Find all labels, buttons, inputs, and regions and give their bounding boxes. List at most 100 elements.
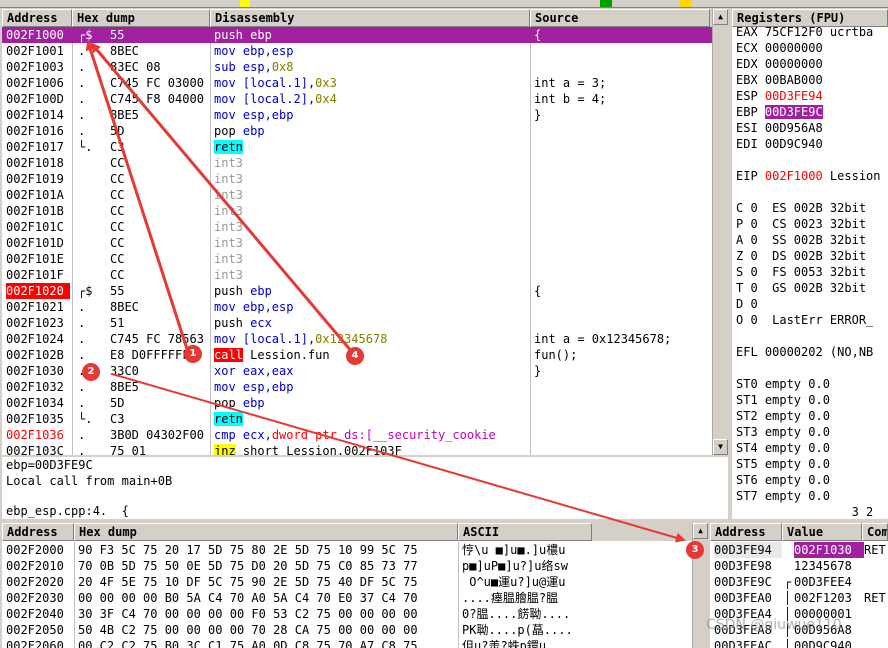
col-header-address[interactable]: Address xyxy=(2,9,72,27)
disasm-instruction: mov esp,ebp xyxy=(214,379,530,395)
disasm-row[interactable]: 002F1035 └. C3 retn xyxy=(2,411,712,427)
disasm-row[interactable]: 002F1020 ┌$ 55 push ebp { xyxy=(2,283,712,299)
disasm-row[interactable]: 002F1034. 5D pop ebp xyxy=(2,395,712,411)
register-token: ST5 empty 0.0 xyxy=(736,457,830,471)
disasm-row[interactable]: 002F1016. 5D pop ebp xyxy=(2,123,712,139)
disasm-row[interactable]: 002F1019 CC int3 xyxy=(2,171,712,187)
disasm-row[interactable]: 002F1024. C745 FC 78563 mov [local.1],0x12… xyxy=(2,331,712,347)
col-header-hexdump[interactable]: Hex dump xyxy=(72,9,210,27)
disasm-row[interactable]: 002F1006. C745 FC 03000 mov [local.1],0x3 i… xyxy=(2,75,712,91)
toolbar-button[interactable] xyxy=(240,0,250,7)
dump-row[interactable]: 002F2000 90 F3 5C 75 20 17 5D 75 80 2E 5D… xyxy=(2,542,592,558)
register-line[interactable]: ST6 empty 0.0 xyxy=(736,472,888,488)
disasm-row[interactable]: 002F101C CC int3 xyxy=(2,219,712,235)
register-line[interactable]: C 0 ES 002B 32bit xyxy=(736,200,888,216)
register-line[interactable]: 3 2 xyxy=(736,504,888,519)
disasm-row[interactable]: 002F101A CC int3 xyxy=(2,187,712,203)
register-line[interactable]: EBX 00BAB000 xyxy=(736,72,888,88)
disasm-row[interactable]: 002F1017 └. C3 retn xyxy=(2,139,712,155)
col-header-source[interactable]: Source xyxy=(530,9,710,27)
scroll-down-icon[interactable]: ▼ xyxy=(713,439,728,455)
disassembly-pane[interactable]: 002F1000 ┌$ 55 push ebp {002F1001. 8BEC mov eb… xyxy=(2,27,712,455)
disasm-row[interactable]: 002F1018 CC int3 xyxy=(2,155,712,171)
register-line[interactable]: S 0 FS 0053 32bit xyxy=(736,264,888,280)
scroll-up-icon[interactable]: ▲ xyxy=(713,9,728,25)
dump-row[interactable]: 002F2020 20 4F 5E 75 10 DF 5C 75 90 2E 5D… xyxy=(2,574,592,590)
dump-header-ascii[interactable]: ASCII xyxy=(458,523,592,541)
dump-header-address[interactable]: Address xyxy=(2,523,74,541)
disasm-row[interactable]: 002F1023. 51 push ecx xyxy=(2,315,712,331)
stack-row[interactable]: 00D3FE9C ┌ 00D3FEE4 xyxy=(710,574,888,590)
register-line[interactable] xyxy=(736,152,888,168)
register-line[interactable]: ST0 empty 0.0 xyxy=(736,376,888,392)
toolbar-button[interactable] xyxy=(680,0,692,7)
register-line[interactable] xyxy=(736,184,888,200)
register-line[interactable] xyxy=(736,360,888,376)
register-line[interactable]: ST1 empty 0.0 xyxy=(736,392,888,408)
dump-row[interactable]: 002F2060 00 C2 C2 75 B0 3C C1 75 A0 0D C8… xyxy=(2,638,592,648)
stack-row[interactable]: 00D3FEA0 │ 002F1203 RET xyxy=(710,590,888,606)
disasm-row[interactable]: 002F103C. 75 01 jnz short Lession.002F103F xyxy=(2,443,712,455)
disasm-row[interactable]: 002F1036. 3B0D 04302F00 cmp ecx,dword ptr … xyxy=(2,427,712,443)
dump-header-hex[interactable]: Hex dump xyxy=(74,523,458,541)
disasm-bracket: . xyxy=(78,380,86,394)
dump-pane[interactable]: 002F2000 90 F3 5C 75 20 17 5D 75 80 2E 5D… xyxy=(2,541,592,648)
register-line[interactable]: EIP 002F1000 Lession xyxy=(736,168,888,184)
disasm-row[interactable]: 002F101B CC int3 xyxy=(2,203,712,219)
toolbar-button[interactable] xyxy=(600,0,612,7)
disasm-row[interactable]: 002F1030.33C0xor eax,eax} xyxy=(2,363,712,379)
registers-pane[interactable]: EAX 75CF12F0 ucrtba ECX 00000000 EDX 00000… xyxy=(732,27,888,519)
stack-header-address[interactable]: Address xyxy=(710,523,782,541)
register-line[interactable]: ST3 empty 0.0 xyxy=(736,424,888,440)
stack-row[interactable]: 00D3FE98 12345678 xyxy=(710,558,888,574)
register-line[interactable]: ECX 00000000 xyxy=(736,40,888,56)
stack-header-comment[interactable]: Com xyxy=(862,523,888,541)
register-line[interactable]: EBP 00D3FE9C xyxy=(736,104,888,120)
register-token: EBP xyxy=(736,105,765,119)
disasm-row[interactable]: 002F1001. 8BEC mov ebp,esp xyxy=(2,43,712,59)
register-line[interactable]: EFL 00000202 (NO,NB xyxy=(736,344,888,360)
stack-header-value[interactable]: Value xyxy=(782,523,862,541)
register-line[interactable]: A 0 SS 002B 32bit xyxy=(736,232,888,248)
register-line[interactable]: ESP 00D3FE94 xyxy=(736,88,888,104)
register-line[interactable]: EDX 00000000 xyxy=(736,56,888,72)
register-line[interactable]: ST2 empty 0.0 xyxy=(736,408,888,424)
register-line[interactable]: Z 0 DS 002B 32bit xyxy=(736,248,888,264)
register-line[interactable]: EAX 75CF12F0 ucrtba xyxy=(736,27,888,40)
register-line[interactable]: O 0 LastErr ERROR_ xyxy=(736,312,888,328)
register-line[interactable]: P 0 CS 0023 32bit xyxy=(736,216,888,232)
register-line[interactable]: EDI 00D9C940 xyxy=(736,136,888,152)
register-line[interactable]: ESI 00D956A8 xyxy=(736,120,888,136)
disasm-row[interactable]: 002F101E CC int3 xyxy=(2,251,712,267)
disasm-row[interactable]: 002F101F CC int3 xyxy=(2,267,712,283)
disassembly-scrollbar[interactable]: ▲ ▼ xyxy=(712,9,728,455)
disasm-token: int3 xyxy=(214,172,243,186)
dump-row[interactable]: 002F2050 50 4B C2 75 00 00 00 00 70 28 CA… xyxy=(2,622,592,638)
stack-row[interactable]: 00D3FEAC │ 00D9C940 xyxy=(710,638,888,648)
register-line[interactable]: ST7 empty 0.0 xyxy=(736,488,888,504)
registers-header[interactable]: Registers (FPU) xyxy=(732,9,888,27)
register-line[interactable]: T 0 GS 002B 32bit xyxy=(736,280,888,296)
dump-row[interactable]: 002F2040 30 3F C4 70 00 00 00 00 F0 53 C2… xyxy=(2,606,592,622)
register-line[interactable] xyxy=(736,328,888,344)
scroll-up-icon[interactable]: ▲ xyxy=(693,523,708,539)
disasm-row[interactable]: 002F1014. 8BE5 mov esp,ebp} xyxy=(2,107,712,123)
disasm-instruction: push ecx xyxy=(214,315,530,331)
disasm-row[interactable]: 002F1003. 83EC 08 sub esp,0x8 xyxy=(2,59,712,75)
disasm-source xyxy=(534,443,710,455)
disasm-row[interactable]: 002F100D. C745 F8 04000 mov [local.2],0x4 i… xyxy=(2,91,712,107)
disasm-row[interactable]: 002F1032. 8BE5 mov esp,ebp xyxy=(2,379,712,395)
disasm-token: ebp xyxy=(250,284,272,298)
disasm-address: 002F101C xyxy=(6,220,64,234)
register-line[interactable]: ST5 empty 0.0 xyxy=(736,456,888,472)
disasm-row[interactable]: 002F101D CC int3 xyxy=(2,235,712,251)
disasm-row[interactable]: 002F1000 ┌$ 55 push ebp { xyxy=(2,27,712,43)
register-line[interactable]: ST4 empty 0.0 xyxy=(736,440,888,456)
stack-row[interactable]: 00D3FE94 002F1030 RET xyxy=(710,542,888,558)
register-line[interactable]: D 0 xyxy=(736,296,888,312)
col-header-disassembly[interactable]: Disassembly xyxy=(210,9,530,27)
disasm-source: } xyxy=(534,364,542,378)
disasm-row[interactable]: 002F1021. 8BEC mov ebp,esp xyxy=(2,299,712,315)
dump-row[interactable]: 002F2010 70 0B 5D 75 50 0E 5D 75 D0 20 5D… xyxy=(2,558,592,574)
dump-row[interactable]: 002F2030 00 00 00 00 B0 5A C4 70 A0 5A C4… xyxy=(2,590,592,606)
